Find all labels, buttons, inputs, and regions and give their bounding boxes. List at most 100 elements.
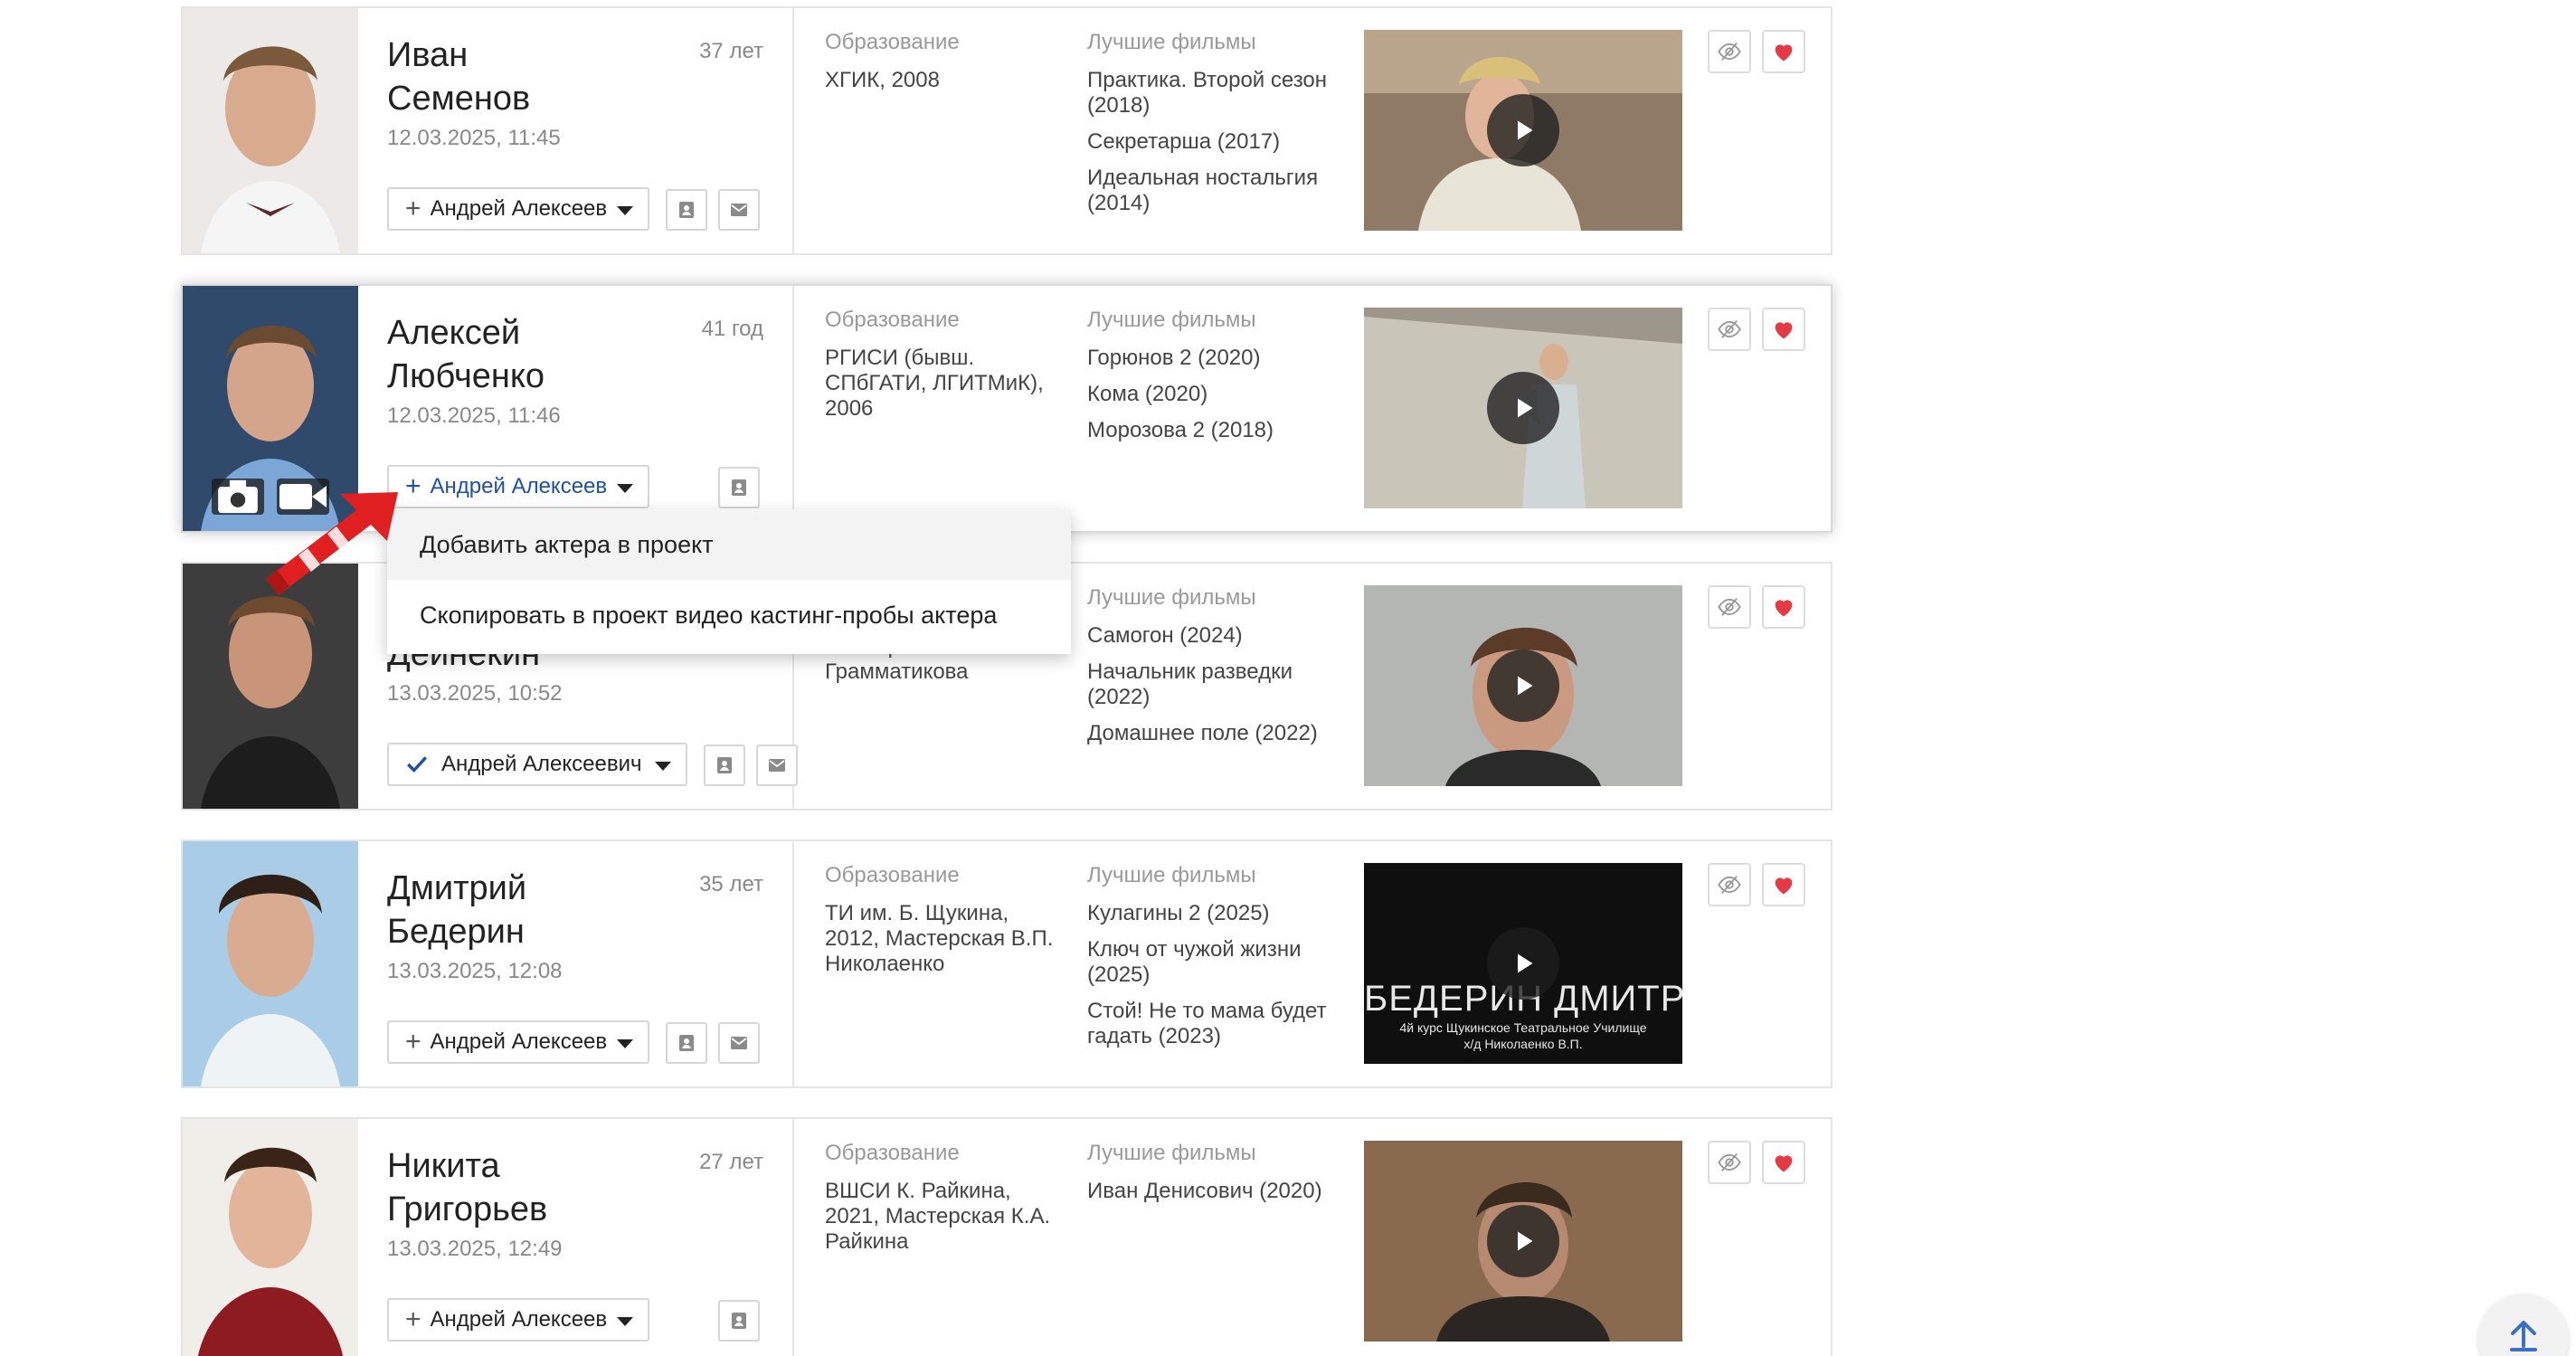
films-section: Лучшие фильмы Самогон (2024) Начальник р… [1087,585,1359,757]
education-section: Образование ВШСИ К. Райкина, 2021, Масте… [825,1141,1060,1255]
films-title: Лучшие фильмы [1087,1141,1256,1165]
video-thumbnail[interactable]: БЕДЕРИН ДМИТРИЙ 4й курс Щукинское Театра… [1364,863,1682,1064]
project-select[interactable]: + Андрей Алексеевич [387,1298,649,1342]
heart-icon [1771,317,1796,342]
chevron-down-icon [617,484,633,493]
films-section: Лучшие фильмы Горюнов 2 (2020) Кома (202… [1087,308,1359,454]
actor-photo[interactable] [183,1119,358,1356]
actor-photo[interactable] [183,8,358,253]
contact-card-icon [728,477,750,498]
actor-info: Иван Семенов 37 лет 12.03.2025, 11:45 + А… [358,8,794,253]
video-thumbnail[interactable] [1364,308,1682,508]
project-dropdown-menu: Добавить актера в проект Скопировать в п… [387,509,1071,654]
hide-button[interactable] [1708,308,1751,351]
actor-info: Алексей Любченко 41 год 12.03.2025, 11:46… [358,286,794,531]
film-item: Практика. Второй сезон (2018) [1087,68,1328,118]
video-thumbnail[interactable] [1364,1141,1682,1342]
education-section: Образование РГИСИ (бывш. СПбГАТИ, ЛГИТМи… [825,308,1060,422]
actor-date: 12.03.2025, 11:46 [387,403,561,428]
films-section: Лучшие фильмы Практика. Второй сезон (20… [1087,30,1359,227]
menu-item-add-actor[interactable]: Добавить актера в проект [387,509,1071,580]
play-icon [1507,1225,1539,1257]
actor-name[interactable]: Алексей Любченко [387,311,658,398]
eye-off-icon [1717,39,1742,64]
education-title: Образование [825,308,960,332]
play-icon [1507,669,1539,702]
play-icon [1507,947,1539,980]
project-select[interactable]: + Андрей Алексеевич [387,187,649,231]
contact-button[interactable] [704,744,745,786]
hide-button[interactable] [1708,585,1751,629]
play-button[interactable] [1487,927,1559,1000]
video-thumbnail[interactable] [1364,585,1682,786]
contact-button[interactable] [718,467,760,508]
education-text: РГИСИ (бывш. СПбГАТИ, ЛГИТМиК), 2006 [825,346,1044,421]
mail-button[interactable] [756,744,798,786]
favorite-button[interactable] [1762,308,1805,351]
actor-date: 13.03.2025, 12:08 [387,959,563,983]
actor-name[interactable]: Никита Григорьев [387,1144,658,1231]
actor-photo[interactable] [183,564,358,809]
education-section: Образование ХГИК, 2008 [825,30,1060,93]
actor-date: 12.03.2025, 11:45 [387,126,561,150]
project-select-label: Андрей Алексеевич [430,1307,608,1332]
hide-button[interactable] [1708,863,1751,906]
films-title: Лучшие фильмы [1087,30,1256,54]
project-select-label: Андрей Алексеевич [430,474,608,498]
actor-date: 13.03.2025, 10:52 [387,681,563,706]
arrow-up-icon [2510,1321,2537,1351]
project-select[interactable]: + Андрей Алексеевич [387,465,649,508]
mail-icon [728,1032,750,1054]
play-button[interactable] [1487,1205,1559,1277]
scroll-top-button[interactable] [2478,1294,2569,1356]
project-select-label: Андрей Алексеевич [430,196,608,221]
photos-button[interactable] [212,479,264,515]
add-icon: + [405,1027,421,1057]
project-select-label: Андрей Алексеевич [441,752,642,776]
chevron-down-icon [655,762,671,771]
actor-name[interactable]: Иван Семенов [387,33,658,120]
video-thumbnail[interactable] [1364,30,1682,231]
film-item: Иван Денисович (2020) [1087,1179,1322,1203]
contact-card-icon [714,754,735,776]
favorite-button[interactable] [1762,30,1805,73]
play-icon [1507,114,1539,147]
education-text: ХГИК, 2008 [825,68,940,92]
heart-icon [1771,872,1796,897]
play-button[interactable] [1487,372,1559,444]
heart-icon [1771,39,1796,64]
favorite-button[interactable] [1762,1141,1805,1184]
chevron-down-icon [617,206,633,215]
contact-button[interactable] [666,1022,707,1064]
actor-name[interactable]: Дмитрий Бедерин [387,867,658,953]
film-item: Самогон (2024) [1087,623,1243,648]
contact-button[interactable] [666,189,707,231]
mail-button[interactable] [718,189,760,231]
education-text: ВШСИ К. Райкина, 2021, Мастерская К.А. Р… [825,1179,1051,1254]
project-select[interactable]: Андрей Алексеевич [387,743,687,786]
film-item: Начальник разведки (2022) [1087,659,1293,709]
favorite-button[interactable] [1762,585,1805,629]
actor-photo[interactable] [183,841,358,1086]
contact-card-icon [728,1310,750,1332]
actor-date: 13.03.2025, 12:49 [387,1237,563,1261]
mail-button[interactable] [718,1022,760,1064]
project-select[interactable]: + Андрей Алексеевич [387,1020,649,1064]
play-button[interactable] [1487,650,1559,722]
films-section: Лучшие фильмы Кулагины 2 (2025) Ключ от … [1087,863,1359,1060]
education-title: Образование [825,30,960,54]
add-icon: + [405,1304,421,1334]
contact-button[interactable] [718,1300,760,1342]
hide-button[interactable] [1708,30,1751,73]
actor-card: Алексей Любченко 41 год 12.03.2025, 11:46… [181,284,1833,533]
play-icon [1507,392,1539,424]
play-button[interactable] [1487,94,1559,166]
project-select-label: Андрей Алексеевич [430,1029,608,1054]
add-icon: + [405,194,421,223]
hide-button[interactable] [1708,1141,1751,1184]
film-item: Кома (2020) [1087,382,1208,406]
favorite-button[interactable] [1762,863,1805,906]
eye-off-icon [1717,317,1742,342]
menu-item-copy-video[interactable]: Скопировать в проект видео кастинг-пробы… [387,580,1071,650]
pointer-arrow-icon [266,492,398,595]
